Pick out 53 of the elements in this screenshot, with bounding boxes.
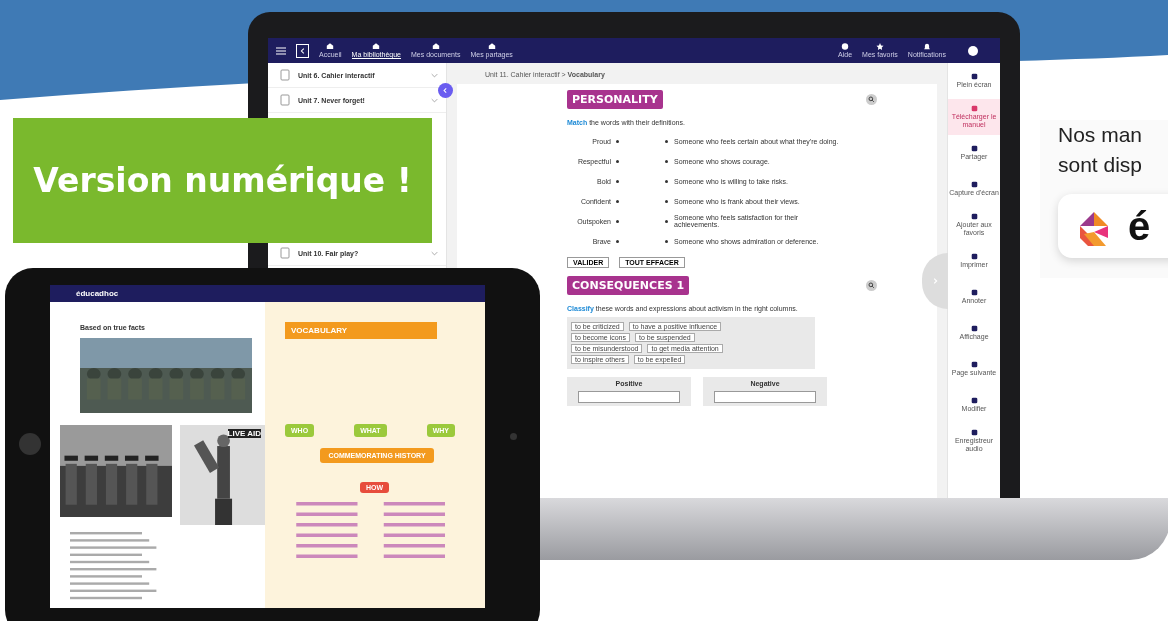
book-icon [280,247,290,259]
book-icon [280,94,290,106]
square-icon [970,181,978,188]
photo-caption: LIVE AID [227,429,261,438]
square-icon [970,145,978,152]
vocabulary-banner: VOCABULARY [285,322,437,339]
square-icon [970,397,978,404]
section-title: CONSEQUENCES 1 [567,276,690,295]
square-icon [970,73,978,80]
match-dot[interactable] [616,159,619,163]
drop-field[interactable] [714,391,816,403]
match-dot[interactable] [616,219,619,223]
chevron-icon [298,46,307,55]
square-icon [970,289,978,296]
star-icon [875,43,884,50]
zoom-icon[interactable] [866,280,877,291]
section-title: PERSONALITY [567,90,663,109]
match-dot[interactable] [665,199,668,203]
match-dot[interactable] [665,219,668,223]
house-icon [431,43,440,50]
logo-text: éducadhoc [76,289,119,298]
match-dot[interactable] [616,179,619,183]
match-dot[interactable] [616,199,619,203]
match-dot[interactable] [665,239,668,243]
square-icon [970,213,978,220]
match-dot[interactable] [616,239,619,243]
match-dot[interactable] [616,139,619,143]
square-icon [970,253,978,260]
house-icon [487,43,496,50]
house-icon [372,42,381,50]
back-button[interactable] [296,43,309,58]
drop-field[interactable] [578,391,680,403]
camera-icon [510,433,517,440]
match-dot[interactable] [665,159,668,163]
intro-text: sont disp [1058,152,1144,178]
avatar-icon[interactable] [968,45,978,56]
chevron-icon [431,250,438,256]
match-dot[interactable] [665,179,668,183]
book-icon [280,69,290,81]
chevron-icon [431,72,438,78]
logo-text: é [1128,206,1151,246]
square-icon [970,429,978,436]
bell-icon [922,43,931,50]
intro-text: Nos man [1058,122,1144,148]
menu-icon[interactable] [276,46,286,55]
square-icon [970,105,978,112]
chevron-icon [931,277,939,285]
square-icon [970,325,978,332]
banner-title: Version numérique ! [33,161,412,200]
zoom-icon[interactable] [866,94,877,105]
square-icon [970,361,978,368]
match-dot[interactable] [665,139,668,143]
house-icon [326,43,335,50]
